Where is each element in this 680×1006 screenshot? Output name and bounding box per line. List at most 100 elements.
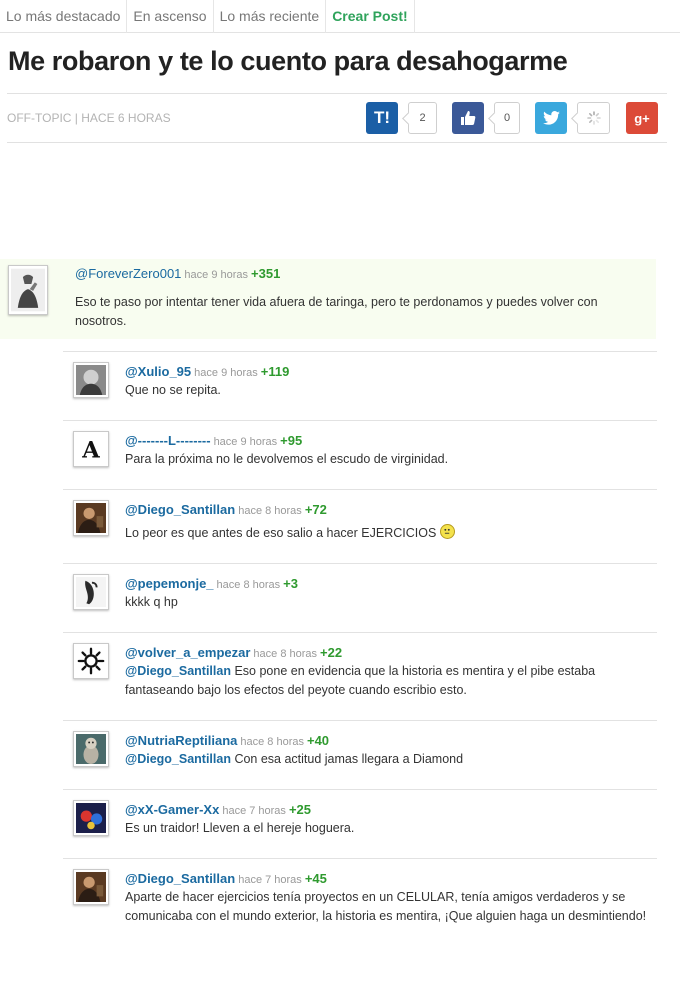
comment-time: hace 7 horas	[238, 874, 302, 886]
divider	[63, 351, 657, 352]
post-time: HACE 6 HORAS	[81, 111, 171, 125]
category-link[interactable]: OFF-TOPIC	[7, 111, 71, 125]
comment-header: @volver_a_empezar hace 8 horas +22	[125, 645, 342, 660]
comment-time: hace 9 horas	[194, 367, 258, 379]
comment-text: Con esa actitud jamas llegara a Diamond	[234, 752, 464, 766]
avatar-image	[76, 577, 106, 607]
comment-text: Eso te paso por intentar tener vida afue…	[75, 295, 598, 328]
google-plus-button[interactable]: g+	[626, 102, 658, 134]
comment-text: Que no se repita.	[125, 383, 221, 397]
comment-time: hace 7 horas	[222, 805, 286, 817]
comment-header: @-------L-------- hace 9 horas +95	[125, 433, 302, 448]
facebook-like-button[interactable]	[452, 102, 484, 134]
comment-text: Es un traidor! Lleven a el hereje hoguer…	[125, 821, 355, 835]
twitter-bird-icon	[542, 111, 560, 125]
comment-time: hace 8 horas	[253, 648, 318, 660]
divider	[7, 93, 667, 94]
comment-username[interactable]: @Xulio_95	[125, 364, 191, 379]
comment-votes: +95	[280, 433, 303, 448]
avatar-image	[76, 503, 106, 533]
avatar-image: A	[76, 434, 106, 464]
comment-time: hace 8 horas	[216, 579, 281, 591]
comment-username[interactable]: @xX-Gamer-Xx	[125, 802, 219, 817]
comment-body: @Diego_Santillan Con esa actitud jamas l…	[125, 750, 655, 769]
comment-username[interactable]: @volver_a_empezar	[125, 645, 250, 660]
comment-username[interactable]: @pepemonje_	[125, 576, 214, 591]
twitter-share-button[interactable]	[535, 102, 567, 134]
divider	[63, 720, 657, 721]
google-plus-icon: g+	[634, 110, 650, 126]
tab-destacado[interactable]: Lo más destacado	[0, 0, 128, 33]
comment-body: @Diego_Santillan Eso pone en evidencia q…	[125, 662, 655, 700]
comment-header: @Xulio_95 hace 9 horas +119	[125, 364, 289, 379]
avatar[interactable]	[73, 731, 109, 767]
comment-time: hace 8 horas	[238, 505, 302, 517]
comment-votes: +119	[260, 364, 290, 379]
comment-text: Lo peor es que antes de eso salio a hace…	[125, 526, 437, 540]
taringa-share-count: 2	[408, 102, 437, 134]
taringa-icon: T!	[373, 108, 391, 127]
comment-text: Para la próxima no le devolvemos el escu…	[125, 452, 449, 466]
comment-votes: +72	[304, 502, 327, 517]
avatar[interactable]	[73, 574, 109, 610]
avatar-image	[76, 872, 106, 902]
divider	[63, 632, 657, 633]
comment-header: @Diego_Santillan hace 7 horas +45	[125, 871, 327, 886]
avatar-image	[76, 646, 106, 676]
comment-text: Aparte de hacer ejercicios tenía proyect…	[125, 890, 647, 923]
avatar[interactable]	[73, 800, 109, 836]
divider	[63, 563, 657, 564]
comment-mention[interactable]: @Diego_Santillan	[125, 752, 231, 766]
comment-votes: +40	[306, 733, 330, 748]
smiley-emoticon-icon	[440, 524, 456, 539]
avatar[interactable]: A	[73, 431, 109, 467]
divider	[63, 489, 657, 490]
comment-time: hace 8 horas	[240, 736, 304, 748]
post-title: Me robaron y te lo cuento para desahogar…	[8, 46, 568, 76]
tab-mas-reciente[interactable]: Lo más reciente	[214, 0, 327, 33]
comment-header: @NutriaReptiliana hace 8 horas +40	[125, 733, 329, 748]
comment-username[interactable]: @Diego_Santillan	[125, 871, 235, 886]
tab-en-ascenso[interactable]: En ascenso	[127, 0, 214, 33]
comment-votes: +351	[251, 266, 281, 281]
taringa-share-button[interactable]: T!	[366, 102, 398, 134]
avatar[interactable]	[73, 500, 109, 536]
avatar-image	[76, 365, 106, 395]
comment-votes: +25	[288, 802, 311, 817]
comment-header: @pepemonje_ hace 8 horas +3	[125, 576, 298, 591]
avatar[interactable]	[73, 643, 109, 679]
comment-header: @Diego_Santillan hace 8 horas +72	[125, 502, 327, 517]
comment-votes: +45	[304, 871, 327, 886]
avatar-image	[76, 803, 106, 833]
comment-votes: +22	[320, 645, 343, 660]
like-count: 0	[494, 102, 520, 134]
comment-username[interactable]: @Diego_Santillan	[125, 502, 235, 517]
loading-spinner-icon	[586, 111, 601, 125]
avatar-image	[11, 268, 45, 312]
twitter-count-loading	[577, 102, 610, 134]
comment-time: hace 9 horas	[184, 269, 249, 281]
divider	[63, 420, 657, 421]
comment-mention[interactable]: @Diego_Santillan	[125, 664, 231, 678]
post-meta: OFF-TOPIC | HACE 6 HORAS	[7, 111, 171, 125]
comment-body: Lo peor es que antes de eso salio a hace…	[125, 524, 456, 543]
avatar[interactable]	[73, 869, 109, 905]
divider	[63, 858, 657, 859]
comment-votes: +3	[283, 576, 298, 591]
avatar-image	[76, 734, 106, 764]
comment-username[interactable]: @-------L--------	[125, 433, 211, 448]
avatar[interactable]	[73, 362, 109, 398]
thumbs-up-icon	[461, 111, 476, 125]
comment-time: hace 9 horas	[213, 436, 278, 448]
comment-username[interactable]: @ForeverZero001	[75, 266, 181, 281]
tab-crear-post[interactable]: Crear Post!	[326, 0, 415, 33]
divider	[63, 789, 657, 790]
divider	[7, 142, 667, 143]
section-tabs: Lo más destacado En ascenso Lo más recie…	[0, 0, 680, 33]
avatar[interactable]	[8, 265, 48, 315]
comment-header: @xX-Gamer-Xx hace 7 horas +25	[125, 802, 311, 817]
comment-header: @ForeverZero001 hace 9 horas +351	[75, 266, 280, 281]
svg-text:A: A	[81, 437, 100, 463]
comment-username[interactable]: @NutriaReptiliana	[125, 733, 237, 748]
comment-text: kkkk q hp	[125, 595, 178, 609]
